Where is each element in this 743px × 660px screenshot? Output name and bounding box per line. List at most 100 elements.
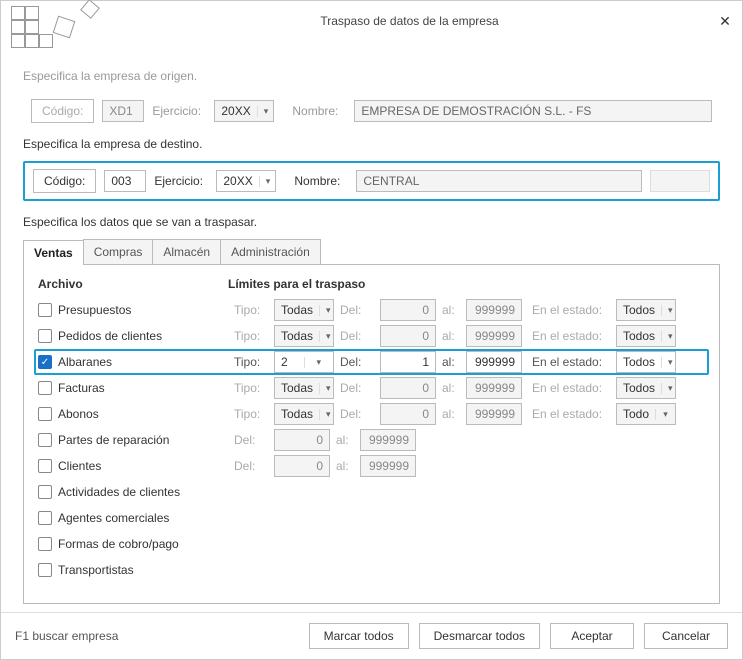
estado-select: Todos▾ — [616, 325, 676, 347]
del-label: Del: — [340, 355, 374, 369]
accept-button[interactable]: Aceptar — [550, 623, 634, 649]
tabs: Ventas Compras Almacén Administración — [23, 239, 720, 265]
tipo-select: Todas▾ — [274, 299, 334, 321]
close-icon[interactable]: ✕ — [718, 14, 732, 28]
del-label: Del: — [340, 381, 374, 395]
grid-row-6: Clientes Del: al: — [38, 453, 705, 479]
al-label: al: — [336, 433, 354, 447]
del-input — [380, 299, 436, 321]
al-label: al: — [442, 303, 460, 317]
del-input[interactable] — [380, 351, 436, 373]
checkbox[interactable] — [38, 563, 52, 577]
origin-nombre-input — [354, 100, 712, 122]
checkbox[interactable]: ✓ — [38, 355, 52, 369]
al-input — [466, 299, 522, 321]
tipo-label: Tipo: — [234, 381, 268, 395]
unmark-all-button[interactable]: Desmarcar todos — [419, 623, 540, 649]
chevron-down-icon: ▾ — [319, 383, 333, 394]
al-input — [466, 403, 522, 425]
chevron-down-icon: ▾ — [661, 357, 675, 368]
origin-row: Código: Ejercicio: 20XX▾ Nombre: — [23, 93, 720, 129]
al-input — [466, 325, 522, 347]
al-label: al: — [336, 459, 354, 473]
row-label: Partes de reparación — [58, 433, 169, 447]
chevron-down-icon: ▾ — [319, 305, 333, 316]
estado-select: Todos▾ — [616, 377, 676, 399]
tipo-select[interactable]: 2▾ — [274, 351, 334, 373]
origin-section-label: Especifica la empresa de origen. — [23, 69, 720, 83]
del-input — [380, 403, 436, 425]
del-input — [274, 429, 330, 451]
grid-row-7: Actividades de clientes — [38, 479, 705, 505]
tab-almacen[interactable]: Almacén — [152, 239, 221, 264]
estado-label: En el estado: — [532, 407, 610, 421]
checkbox[interactable] — [38, 433, 52, 447]
window-title: Traspaso de datos de la empresa — [101, 14, 718, 28]
checkbox[interactable] — [38, 407, 52, 421]
header-limites: Límites para el traspaso — [228, 277, 365, 291]
al-label: al: — [442, 381, 460, 395]
estado-label: En el estado: — [532, 381, 610, 395]
del-input — [380, 325, 436, 347]
estado-label: En el estado: — [532, 303, 610, 317]
tipo-select: Todas▾ — [274, 403, 334, 425]
checkbox[interactable] — [38, 537, 52, 551]
del-label: Del: — [340, 303, 374, 317]
grid-row-9: Formas de cobro/pago — [38, 531, 705, 557]
app-logo — [11, 0, 101, 50]
grid-row-1: Pedidos de clientesTipo:Todas▾Del:al:En … — [38, 323, 705, 349]
footer-hint: F1 buscar empresa — [15, 629, 299, 643]
grid-row-0: PresupuestosTipo:Todas▾Del:al:En el esta… — [38, 297, 705, 323]
checkbox[interactable] — [38, 381, 52, 395]
estado-label: En el estado: — [532, 329, 610, 343]
tab-compras[interactable]: Compras — [83, 239, 154, 264]
row-label: Clientes — [58, 459, 101, 473]
cancel-button[interactable]: Cancelar — [644, 623, 728, 649]
grid-row-2: ✓AlbaranesTipo:2▾Del:al:En el estado:Tod… — [34, 349, 709, 375]
grid-row-10: Transportistas — [38, 557, 705, 583]
origin-codigo-input — [102, 100, 144, 122]
dest-extra-box — [650, 170, 710, 192]
al-input — [360, 455, 416, 477]
dest-codigo-button[interactable]: Código: — [33, 169, 96, 193]
tipo-select: Todas▾ — [274, 325, 334, 347]
checkbox[interactable] — [38, 303, 52, 317]
del-label: Del: — [340, 329, 374, 343]
row-label: Formas de cobro/pago — [58, 537, 179, 551]
checkbox[interactable] — [38, 459, 52, 473]
chevron-down-icon: ▾ — [319, 331, 333, 342]
dest-ejercicio-select[interactable]: 20XX▾ — [216, 170, 276, 192]
dest-ejercicio-label: Ejercicio: — [154, 174, 208, 188]
chevron-down-icon: ▾ — [661, 383, 675, 394]
tab-administracion[interactable]: Administración — [220, 239, 321, 264]
chevron-down-icon: ▾ — [319, 409, 333, 420]
dest-nombre-label: Nombre: — [294, 174, 348, 188]
header-archivo: Archivo — [38, 277, 228, 291]
al-label: al: — [442, 329, 460, 343]
tipo-label: Tipo: — [234, 355, 268, 369]
chevron-down-icon: ▾ — [257, 106, 274, 117]
checkbox[interactable] — [38, 485, 52, 499]
tipo-label: Tipo: — [234, 303, 268, 317]
grid-row-4: AbonosTipo:Todas▾Del:al:En el estado:Tod… — [38, 401, 705, 427]
chevron-down-icon[interactable]: ▾ — [259, 176, 276, 187]
tab-ventas[interactable]: Ventas — [23, 240, 84, 265]
chevron-down-icon: ▾ — [661, 305, 675, 316]
al-label: al: — [442, 355, 460, 369]
estado-select[interactable]: Todos▾ — [616, 351, 676, 373]
checkbox[interactable] — [38, 511, 52, 525]
chevron-down-icon: ▾ — [661, 331, 675, 342]
row-label: Pedidos de clientes — [58, 329, 162, 343]
grid-row-3: FacturasTipo:Todas▾Del:al:En el estado:T… — [38, 375, 705, 401]
al-input — [466, 377, 522, 399]
dest-codigo-input[interactable] — [104, 170, 146, 192]
row-label: Actividades de clientes — [58, 485, 180, 499]
mark-all-button[interactable]: Marcar todos — [309, 623, 409, 649]
al-input[interactable] — [466, 351, 522, 373]
transfer-section-label: Especifica los datos que se van a traspa… — [23, 215, 720, 229]
row-label: Albaranes — [58, 355, 112, 369]
checkbox[interactable] — [38, 329, 52, 343]
origin-codigo-button: Código: — [31, 99, 94, 123]
del-label: Del: — [234, 459, 268, 473]
row-label: Abonos — [58, 407, 99, 421]
